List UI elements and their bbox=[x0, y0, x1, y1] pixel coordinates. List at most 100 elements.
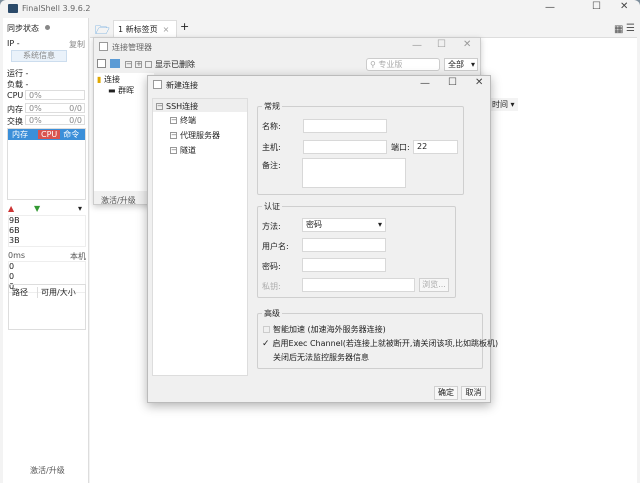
ok-button[interactable]: 确定 bbox=[434, 386, 458, 400]
tab-command[interactable]: 命令 bbox=[60, 129, 82, 140]
browse-button[interactable]: 浏览... bbox=[419, 278, 449, 292]
add-tab-button[interactable]: + bbox=[180, 20, 189, 33]
note-textarea[interactable] bbox=[302, 158, 406, 188]
smart-accel-label: 智能加速 (加速海外服务器连接) bbox=[273, 325, 386, 334]
dialog-maximize[interactable]: ☐ bbox=[448, 77, 457, 88]
swap-ratio: 0/0 bbox=[69, 116, 82, 125]
maximize-button[interactable]: ☐ bbox=[592, 1, 601, 12]
copy-link[interactable]: 复制 bbox=[69, 39, 85, 50]
cm-close[interactable]: ✕ bbox=[463, 39, 471, 50]
cm-maximize[interactable]: ☐ bbox=[437, 39, 446, 50]
tree-connection[interactable]: 群晖 bbox=[118, 86, 134, 95]
tree-root[interactable]: 连接 bbox=[104, 75, 120, 84]
tree-label: SSH连接 bbox=[166, 102, 199, 111]
method-label: 方法: bbox=[262, 222, 281, 231]
tree-terminal[interactable]: − 终端 bbox=[170, 115, 196, 126]
app-icon bbox=[8, 4, 18, 13]
filter-value: 全部 bbox=[448, 60, 464, 69]
cm-activate-link[interactable]: 激活/升级 bbox=[101, 195, 136, 206]
mem-value: 0% bbox=[29, 104, 42, 113]
minimize-button[interactable]: — bbox=[545, 2, 555, 13]
general-group: 常规 名称: 主机: 端口: 22 备注: bbox=[257, 101, 464, 195]
general-title: 常规 bbox=[262, 101, 282, 112]
dialog-minimize[interactable]: — bbox=[420, 78, 430, 89]
net-tick: 9B bbox=[9, 216, 20, 225]
swap-bar: 0% 0/0 bbox=[25, 115, 85, 125]
tab-memory[interactable]: 内存 bbox=[8, 129, 38, 140]
net-dropdown-icon[interactable]: ▾ bbox=[78, 204, 82, 213]
tab-cpu[interactable]: CPU bbox=[38, 130, 61, 139]
sort-label: 时间 bbox=[492, 100, 508, 109]
auth-group: 认证 方法: 密码 ▾ 用户名: 密码: 私钥: 浏览... bbox=[257, 201, 456, 298]
collapse-icon[interactable]: − bbox=[125, 61, 132, 68]
load-label: 负载 bbox=[7, 80, 23, 89]
tab-new[interactable]: 1 新标签页 × bbox=[113, 20, 177, 37]
auth-title: 认证 bbox=[262, 201, 282, 212]
host-label: 主机: bbox=[262, 143, 281, 152]
note-label: 备注: bbox=[262, 161, 281, 170]
name-input[interactable] bbox=[303, 119, 387, 133]
expand-icon[interactable]: + bbox=[135, 61, 142, 68]
port-input[interactable]: 22 bbox=[413, 140, 458, 154]
chevron-down-icon: ▾ bbox=[377, 220, 382, 229]
activate-link[interactable]: 激活/升级 bbox=[30, 465, 65, 476]
key-label: 私钥: bbox=[262, 282, 281, 291]
cpu-bar: 0% bbox=[25, 90, 85, 100]
password-input[interactable] bbox=[302, 258, 386, 272]
cm-tree: ▮ 连接 ▬ 群晖 bbox=[94, 73, 154, 191]
dialog-title: 新建连接 bbox=[166, 81, 198, 90]
col-path: 路径 bbox=[12, 288, 28, 297]
net-tick: 3B bbox=[9, 236, 20, 245]
method-value: 密码 bbox=[306, 220, 322, 229]
tree-tunnel[interactable]: − 隧道 bbox=[170, 145, 196, 156]
advanced-group: 高级 智能加速 (加速海外服务器连接) ✓ 启用Exec Channel(若连接上… bbox=[257, 308, 498, 369]
mem-label: 内存 bbox=[7, 105, 23, 114]
col-size: 可用/大小 bbox=[37, 287, 76, 298]
tree-label: 终端 bbox=[180, 116, 196, 125]
dialog-close[interactable]: ✕ bbox=[475, 77, 483, 88]
cm-minimize[interactable]: — bbox=[412, 40, 422, 51]
run-value: - bbox=[25, 69, 29, 78]
mem-bar: 0% 0/0 bbox=[25, 103, 85, 113]
username-input[interactable] bbox=[302, 238, 386, 252]
run-label: 运行 bbox=[7, 69, 23, 78]
tab-label: 1 新标签页 bbox=[118, 25, 158, 34]
ip-label: IP bbox=[7, 39, 15, 48]
system-info-button[interactable]: 系统信息 bbox=[11, 50, 67, 62]
exec-channel-label: 启用Exec Channel(若连接上就被断开,请关闭该项,比如跳板机) bbox=[272, 339, 499, 348]
list-view-icon[interactable]: ☰ bbox=[626, 23, 635, 34]
filter-select[interactable]: 全部 ▾ bbox=[444, 58, 478, 71]
main-window: FinalShell 3.9.6.2 — ☐ ✕ 同步状态 IP - 复制 系统… bbox=[0, 0, 640, 483]
tree-proxy[interactable]: − 代理服务器 bbox=[170, 130, 220, 141]
exec-channel-checkbox[interactable]: ✓ bbox=[262, 339, 270, 349]
disk-table: 路径 可用/大小 bbox=[8, 284, 86, 330]
tab-close-icon[interactable]: × bbox=[163, 25, 170, 34]
smart-accel-checkbox[interactable] bbox=[263, 326, 270, 333]
tree-label: 代理服务器 bbox=[180, 131, 220, 140]
search-input[interactable]: ⚲ 专业版 bbox=[366, 58, 440, 71]
cancel-button[interactable]: 取消 bbox=[461, 386, 486, 400]
tree-ssh[interactable]: − SSH连接 bbox=[153, 99, 247, 112]
name-label: 名称: bbox=[262, 122, 281, 131]
show-deleted-checkbox[interactable] bbox=[145, 61, 152, 68]
host-input[interactable] bbox=[303, 140, 387, 154]
method-select[interactable]: 密码 ▾ bbox=[302, 218, 386, 232]
key-input[interactable] bbox=[302, 278, 415, 292]
advanced-title: 高级 bbox=[262, 308, 282, 319]
new-connection-dialog: 新建连接 — ☐ ✕ − SSH连接 − 终端 − 代理服务器 − 隧道 常规 名称: … bbox=[147, 75, 498, 403]
cpu-value: 0% bbox=[29, 91, 42, 100]
show-deleted-label: 显示已删除 bbox=[155, 60, 195, 69]
new-file-icon[interactable] bbox=[97, 59, 106, 68]
dialog-tree: − SSH连接 − 终端 − 代理服务器 − 隧道 bbox=[152, 98, 248, 376]
username-label: 用户名: bbox=[262, 242, 289, 251]
sort-select[interactable]: 时间 ▾ bbox=[489, 98, 518, 111]
port-value: 22 bbox=[417, 142, 428, 151]
port-label: 端口: bbox=[391, 143, 410, 152]
upload-icon: ▲ bbox=[8, 204, 15, 213]
close-button[interactable]: ✕ bbox=[620, 1, 628, 12]
download-icon: ▼ bbox=[34, 204, 41, 213]
exec-note: 关闭后无法监控服务器信息 bbox=[273, 353, 369, 362]
grid-view-icon[interactable]: ▦ bbox=[614, 24, 623, 35]
search-placeholder: 专业版 bbox=[378, 60, 403, 69]
new-folder-icon[interactable] bbox=[110, 59, 120, 68]
